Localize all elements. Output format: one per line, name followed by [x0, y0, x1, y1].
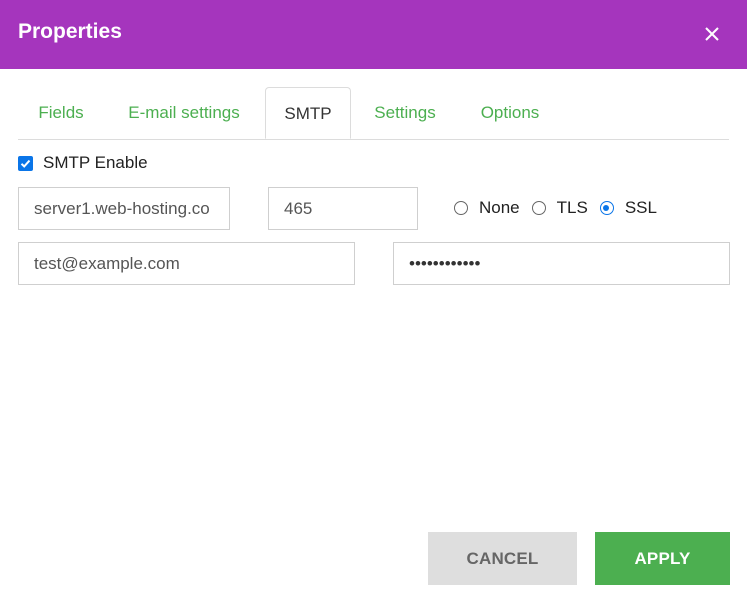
tab-fields[interactable]: Fields [18, 87, 104, 139]
radio-circle [531, 201, 546, 215]
radio-none[interactable]: None [454, 198, 520, 218]
radio-circle [454, 201, 468, 215]
tab-settings[interactable]: Settings [365, 87, 445, 139]
smtp-email-input[interactable]: test@example.com [18, 242, 355, 285]
smtp-server-input[interactable]: server1.web-hosting.co [18, 187, 230, 230]
radio-none-label: None [479, 198, 520, 217]
cancel-button[interactable]: CANCEL [428, 532, 577, 585]
encryption-radio-group: None TLS SSL [454, 197, 669, 219]
check-icon [20, 159, 31, 168]
dialog-header: Properties [0, 0, 747, 69]
tab-smtp[interactable]: SMTP [265, 87, 351, 139]
tab-email-settings[interactable]: E-mail settings [118, 87, 250, 139]
radio-tls[interactable]: TLS [531, 198, 588, 218]
apply-button[interactable]: APPLY [595, 532, 730, 585]
close-icon[interactable] [700, 23, 724, 45]
smtp-enable-row: SMTP Enable [18, 152, 148, 174]
radio-ssl-label: SSL [624, 198, 657, 217]
smtp-port-input[interactable]: 465 [268, 187, 418, 230]
radio-ssl[interactable]: SSL [599, 198, 657, 218]
dialog-title: Properties [18, 20, 122, 43]
tab-options[interactable]: Options [471, 87, 549, 139]
radio-circle [599, 201, 614, 215]
smtp-enable-label: SMTP Enable [43, 153, 148, 172]
smtp-password-input[interactable]: •••••••••••• [393, 242, 730, 285]
radio-tls-label: TLS [556, 198, 588, 217]
tab-bar: Fields E-mail settings SMTP Settings Opt… [18, 87, 729, 140]
smtp-enable-checkbox[interactable] [18, 155, 33, 171]
